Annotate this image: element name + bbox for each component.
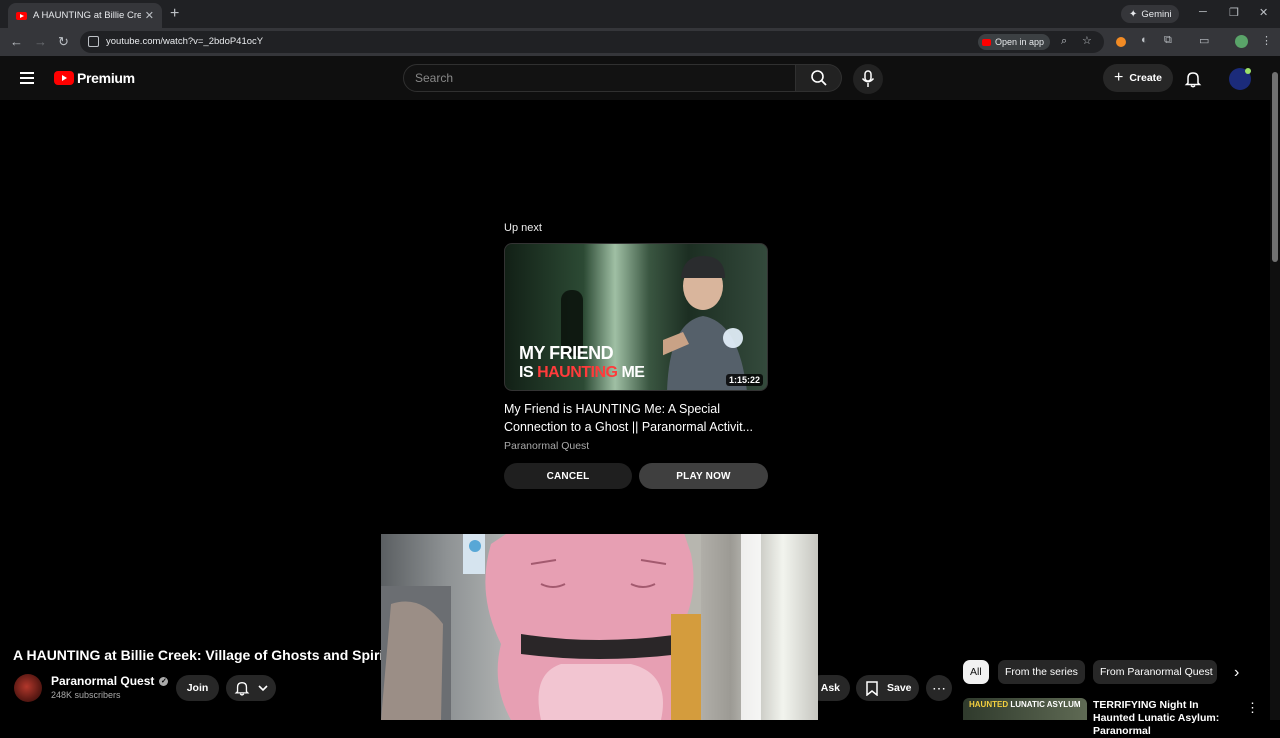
youtube-app-icon [982, 38, 991, 46]
up-next-title[interactable]: My Friend is HAUNTING Me: A Special Conn… [504, 401, 770, 436]
browser-tab[interactable]: A HAUNTING at Billie Creek Vi ✕ [8, 3, 162, 28]
gemini-button[interactable]: ✦ Gemini [1121, 5, 1180, 23]
logo-text: Premium [77, 70, 135, 86]
youtube-favicon-icon [16, 11, 27, 20]
play-now-button[interactable]: PLAY NOW [639, 463, 768, 489]
browser-toolbar: ← → ↻ youtube.com/watch?v=_2bdoP41ocY Op… [0, 28, 1280, 56]
miniplayer-video[interactable] [381, 534, 818, 720]
chevron-down-icon [258, 685, 268, 692]
youtube-header: Premium + Create [0, 56, 1280, 100]
open-in-app-button[interactable]: Open in app [978, 34, 1051, 50]
youtube-premium-logo[interactable]: Premium [54, 70, 135, 86]
tab-title: A HAUNTING at Billie Creek Vi [33, 10, 141, 21]
channel-avatar[interactable] [14, 674, 42, 702]
host-portrait-image [663, 256, 747, 390]
ask-label: Ask [820, 682, 840, 694]
extension-orange-icon[interactable] [1116, 37, 1126, 47]
browser-profile-icon[interactable] [1235, 35, 1248, 48]
save-label: Save [887, 682, 912, 694]
open-in-app-label: Open in app [995, 37, 1045, 47]
bookmark-star-icon[interactable]: ☆ [1082, 34, 1092, 47]
youtube-logo-icon [54, 71, 74, 85]
up-next-label: Up next [504, 222, 542, 234]
close-window-icon[interactable]: ✕ [1259, 6, 1268, 19]
recommended-more-icon[interactable]: ⋮ [1246, 700, 1259, 716]
recommended-thumbnail-text: HAUNTED LUNATIC ASYLUM [969, 700, 1081, 709]
up-next-channel[interactable]: Paranormal Quest [504, 440, 589, 452]
chip-from-channel[interactable]: From Paranormal Quest [1093, 660, 1217, 684]
reload-icon[interactable]: ↻ [58, 34, 69, 50]
more-actions-icon[interactable]: ⋯ [926, 675, 952, 701]
channel-name-row[interactable]: Paranormal Quest ✓ [51, 674, 169, 688]
join-button[interactable]: Join [176, 675, 219, 701]
subscription-notifications-button[interactable] [226, 675, 276, 701]
url-text: youtube.com/watch?v=_2bdoP41ocY [106, 36, 264, 47]
back-icon[interactable]: ← [10, 34, 23, 49]
save-button[interactable]: Save [856, 675, 919, 701]
plus-icon: + [1113, 69, 1124, 86]
channel-name[interactable]: Paranormal Quest [51, 674, 154, 688]
gemini-label: Gemini [1141, 8, 1172, 20]
chip-all[interactable]: All [963, 660, 989, 684]
thumbnail-caption-line1: MY FRIEND [519, 343, 614, 363]
cast-icon[interactable]: ▭ [1199, 34, 1209, 47]
extensions-puzzle-icon[interactable]: ⧉ [1164, 34, 1172, 47]
menu-hamburger-icon[interactable] [20, 72, 34, 84]
subscriber-count: 248K subscribers [51, 690, 121, 700]
restore-icon[interactable]: ❐ [1229, 6, 1239, 19]
bell-icon [1184, 72, 1202, 88]
search-box[interactable] [403, 64, 796, 92]
up-next-thumbnail[interactable]: MY FRIEND IS HAUNTING ME 1:15:22 [504, 243, 768, 391]
video-frame-image [381, 534, 761, 720]
recommended-video-title[interactable]: TERRIFYING Night In Haunted Lunatic Asyl… [1093, 699, 1233, 738]
cancel-button[interactable]: CANCEL [504, 463, 632, 489]
site-info-icon[interactable] [88, 36, 99, 47]
close-tab-icon[interactable]: ✕ [145, 9, 154, 22]
recommended-video-thumbnail[interactable]: HAUNTED LUNATIC ASYLUM [963, 698, 1087, 720]
voice-search-button[interactable] [853, 64, 883, 94]
browser-menu-icon[interactable]: ⋮ [1261, 34, 1272, 47]
duration-badge: 1:15:22 [725, 374, 763, 386]
address-bar[interactable]: youtube.com/watch?v=_2bdoP41ocY Open in … [80, 31, 1104, 53]
video-title: A HAUNTING at Billie Creek: Village of G… [13, 647, 388, 663]
bell-icon [234, 681, 250, 696]
search-button[interactable] [796, 64, 842, 92]
thumbnail-caption-line2: IS HAUNTING ME [519, 364, 645, 381]
zoom-icon[interactable]: ⌕ [1061, 35, 1067, 48]
gemini-sparkle-icon: ✦ [1129, 8, 1138, 20]
forward-icon[interactable]: → [34, 34, 47, 49]
microphone-icon [861, 70, 875, 87]
new-tab-icon[interactable]: + [170, 5, 179, 23]
account-avatar[interactable] [1229, 68, 1251, 90]
search-input[interactable] [415, 71, 775, 85]
scrollbar-thumb[interactable] [1272, 72, 1278, 262]
create-label: Create [1129, 72, 1163, 84]
notifications-button[interactable] [1184, 70, 1202, 93]
verified-icon: ✓ [159, 676, 169, 686]
bookmark-icon [866, 680, 878, 696]
chevron-right-icon[interactable]: › [1234, 664, 1239, 682]
browser-tabstrip: A HAUNTING at Billie Creek Vi ✕ + ✦ Gemi… [0, 0, 1280, 28]
chip-from-the-series[interactable]: From the series [998, 660, 1085, 684]
search-icon [811, 70, 827, 86]
minimize-icon[interactable]: ─ [1199, 6, 1207, 18]
extension-icon[interactable]: ◐ [1141, 34, 1148, 46]
create-button[interactable]: + Create [1103, 64, 1173, 92]
